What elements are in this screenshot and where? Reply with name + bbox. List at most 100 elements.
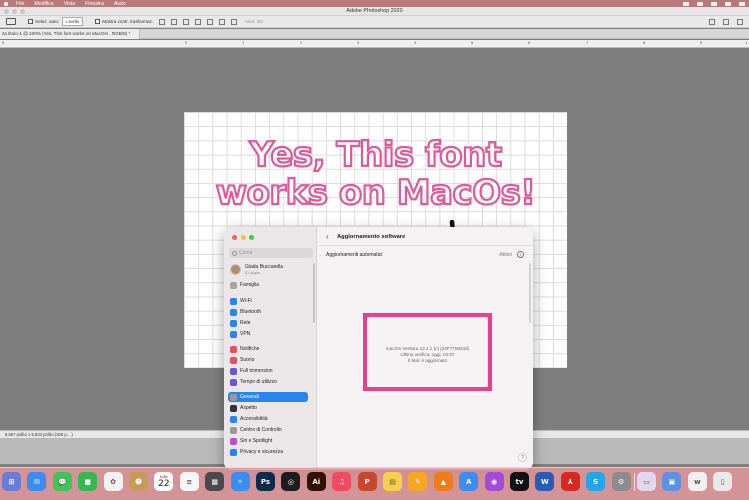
word-icon[interactable]: W [535,472,555,491]
calculator-icon[interactable]: ▦ [205,472,225,491]
sidebar-item-full-immersion[interactable]: Full immersion [228,366,308,376]
battery-icon[interactable] [683,1,689,6]
move-tool-icon[interactable] [6,18,16,25]
horizontal-ruler: 5 0 1 2 3 4 5 6 7 8 9 1 [0,40,749,48]
ruler-label: 0 [185,40,188,45]
sidebar-item-vpn[interactable]: VPN [228,329,308,339]
launchpad-icon[interactable]: ⊞ [2,472,21,491]
sidebar-item-siri-e-spotlight[interactable]: Siri e Spotlight [228,436,308,446]
align-right-icon[interactable] [183,18,190,25]
ruler-label: 5 [2,40,5,45]
safari-icon[interactable]: ✧ [230,472,250,491]
reminders-icon[interactable]: ≡ [179,472,199,491]
sidebar-item-icon [230,356,237,364]
photoshop-icon[interactable]: Ps [256,472,275,491]
menu-file[interactable]: File [16,1,24,7]
sidebar-item-accessibilit-[interactable]: Accessibilità [228,414,308,424]
mail-icon[interactable]: ✉ [27,472,47,491]
system-settings-icon[interactable]: ⚙ [611,472,631,491]
sidebar-item-generali[interactable]: Generali [228,392,308,402]
sidebar-item-label: Generali [240,394,259,400]
autoselect-checkbox[interactable] [28,19,33,24]
creative-cloud-icon[interactable]: ◎ [281,472,301,491]
menu-modifica[interactable]: Modifica [34,1,53,7]
vlc-icon[interactable]: ▲ [433,472,453,491]
preview-icon[interactable]: ▭ [637,472,656,491]
sidebar-item-tempo-di-utilizzo[interactable]: Tempo di utilizzo [228,377,308,387]
settings-window-controls [232,235,254,240]
sidebar-item-centro-di-controllo[interactable]: Centro di Controllo [228,425,308,435]
auto-updates-row[interactable]: Aggiornamenti automatici Attivo i [326,250,526,261]
sidebar-item-icon [230,378,237,386]
ruler-label: 1 [242,40,245,45]
share-icon[interactable] [737,19,743,25]
siri-icon[interactable] [739,1,745,6]
webex-icon[interactable]: w [687,472,707,491]
trash-icon[interactable]: ▯ [713,472,733,491]
menu-finestra[interactable]: Finestra [85,1,104,7]
search-icon[interactable] [711,1,717,6]
help-button[interactable]: ? [518,453,527,462]
sidebar-item-bluetooth[interactable]: Bluetooth [228,307,308,317]
update-status: Il Mac è aggiornato [407,358,448,363]
powerpoint-icon[interactable]: P [357,472,377,491]
sidebar-item-privacy-e-sicurezza[interactable]: Privacy e sicurezza [228,447,308,457]
sidebar-item-label: Bluetooth [240,309,262,315]
search-icon[interactable] [709,19,715,25]
menu-vista[interactable]: Vista [64,1,75,7]
transform-checkbox[interactable] [95,19,101,24]
align-middle-icon[interactable] [207,18,214,25]
control-center-icon[interactable] [725,1,731,6]
align-top-icon[interactable] [195,18,202,25]
align-left-icon[interactable] [159,18,166,25]
back-chevron-icon[interactable]: ‹ [326,232,329,241]
sidebar-item-icon [230,448,237,456]
menu-aiuto[interactable]: Aiuto [114,1,126,7]
pencil-icon[interactable]: ✎ [408,472,428,491]
wifi-icon[interactable] [697,1,703,6]
sidebar-item-suono[interactable]: Suono [228,355,308,365]
zoom-button[interactable] [249,235,254,240]
align-center-icon[interactable] [171,18,178,25]
sidebar-item-aspetto[interactable]: Aspetto [228,403,308,413]
facetime-icon[interactable]: ■ [78,472,98,491]
workspace-icon[interactable] [723,19,729,25]
main-scrollbar[interactable] [529,263,531,323]
apple-logo-icon[interactable] [3,1,9,6]
sidebar-scrollbar[interactable] [313,263,315,323]
sidebar-item-famiglia[interactable]: Famiglia [228,280,308,290]
finder-window-icon[interactable]: ▣ [662,472,682,491]
status-icons [683,0,745,7]
appstore-icon[interactable]: A [459,472,479,491]
illustrator-icon[interactable]: Ai [306,472,326,491]
pane-header: ‹ Aggiornamento software [318,227,533,246]
align-bottom-icon[interactable] [219,18,226,25]
close-button[interactable] [232,235,237,240]
podcasts-icon[interactable]: ◉ [484,472,504,491]
apple-id-account[interactable]: Giada Buccarella ID Apple [230,264,283,275]
sidebar-item-icon [230,345,237,353]
distribute-icon[interactable] [231,18,238,25]
calendar-icon[interactable]: LUG 22 [154,472,174,491]
layer-select[interactable]: Livello [62,17,84,26]
sidebar-item-wi-fi[interactable]: Wi-Fi [228,296,308,306]
minimize-button[interactable] [240,235,246,240]
info-icon[interactable]: i [517,251,524,258]
music-icon[interactable]: ♫ [332,472,352,491]
messages-icon[interactable]: 💬 [52,472,72,491]
search-input[interactable]: Cerca [229,248,313,258]
sidebar-item-label: Tempo di utilizzo [240,379,277,385]
zoom-button[interactable] [20,9,25,14]
headline-text-layer[interactable]: Yes, This font works on MacOs! [184,135,567,213]
sidebar-item-rete[interactable]: Rete [228,318,308,328]
document-tab[interactable]: za titolo-1 @ 100% (Yes, This font works… [0,29,140,39]
minimize-button[interactable] [12,9,17,14]
notes-icon[interactable]: ▤ [383,472,402,491]
photos-icon[interactable]: ✿ [103,472,123,491]
sidebar-item-notifiche[interactable]: Notifiche [228,344,308,354]
acrobat-icon[interactable]: ⅄ [560,472,580,491]
close-button[interactable] [4,9,9,14]
skype-icon[interactable]: S [586,472,606,491]
appletv-icon[interactable]: tv [510,472,529,491]
contacts-icon[interactable]: ☻ [129,472,148,491]
